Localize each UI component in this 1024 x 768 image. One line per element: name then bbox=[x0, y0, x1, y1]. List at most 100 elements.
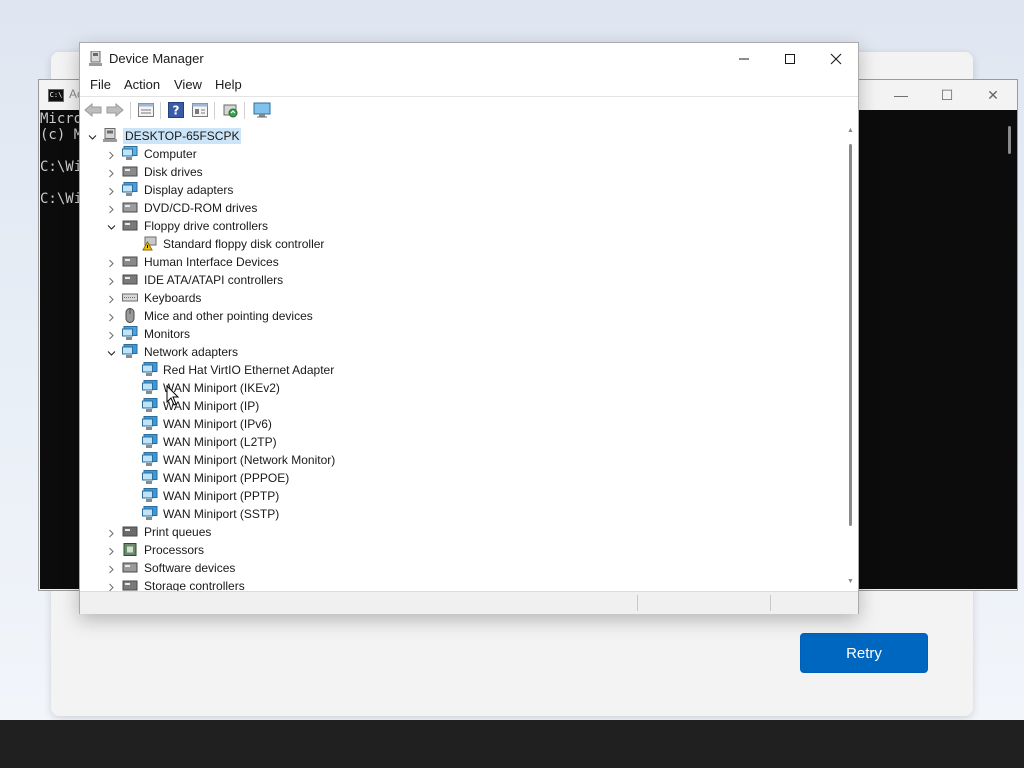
chevron-down-icon[interactable] bbox=[107, 347, 116, 356]
menu-action[interactable]: Action bbox=[124, 77, 160, 92]
network-adapter-icon bbox=[142, 362, 158, 377]
tree-category[interactable]: IDE ATA/ATAPI controllers bbox=[80, 271, 840, 289]
network-adapter-icon bbox=[142, 470, 158, 485]
network-adapter-icon bbox=[142, 380, 158, 395]
tree-category[interactable]: Disk drives bbox=[80, 163, 840, 181]
chevron-right-icon[interactable] bbox=[107, 293, 116, 304]
tree-category[interactable]: Print queues bbox=[80, 523, 840, 541]
tree-device[interactable]: Standard floppy disk controller bbox=[80, 235, 840, 253]
console-line: Micro bbox=[40, 111, 83, 127]
disk-drive-icon bbox=[122, 164, 138, 179]
status-separator bbox=[770, 595, 771, 611]
update-driver-icon[interactable] bbox=[220, 101, 240, 119]
console-icon: C:\ bbox=[48, 89, 64, 102]
status-separator bbox=[637, 595, 638, 611]
minimize-icon[interactable]: — bbox=[886, 84, 916, 106]
tree-category[interactable]: Floppy drive controllers bbox=[80, 217, 840, 235]
forward-arrow-icon[interactable] bbox=[105, 101, 125, 119]
device-manager-window: Device Manager File Action View Help ? D… bbox=[79, 42, 859, 614]
tree-category[interactable]: Human Interface Devices bbox=[80, 253, 840, 271]
tree-device[interactable]: WAN Miniport (PPTP) bbox=[80, 487, 840, 505]
tree-device[interactable]: WAN Miniport (IP) bbox=[80, 397, 840, 415]
retry-button[interactable]: Retry bbox=[800, 633, 928, 673]
tree-item-label: Standard floppy disk controller bbox=[163, 237, 325, 251]
tree-category[interactable]: Mice and other pointing devices bbox=[80, 307, 840, 325]
scroll-down-icon[interactable]: ▼ bbox=[846, 578, 855, 585]
tree-item-label: WAN Miniport (Network Monitor) bbox=[163, 453, 336, 467]
ide-controller-icon bbox=[122, 272, 138, 287]
chevron-right-icon[interactable] bbox=[107, 185, 116, 196]
menu-help[interactable]: Help bbox=[215, 77, 242, 92]
tree-root[interactable]: DESKTOP-65FSCPK bbox=[80, 127, 840, 145]
tree-device[interactable]: WAN Miniport (Network Monitor) bbox=[80, 451, 840, 469]
tree-item-label: WAN Miniport (IPv6) bbox=[163, 417, 272, 431]
network-adapter-icon bbox=[142, 506, 158, 521]
chevron-right-icon[interactable] bbox=[107, 203, 116, 214]
close-icon[interactable]: ✕ bbox=[978, 84, 1008, 106]
hid-icon bbox=[122, 254, 138, 269]
tree-category[interactable]: Storage controllers bbox=[80, 577, 840, 591]
tree-category[interactable]: Network adapters bbox=[80, 343, 840, 361]
tree-device[interactable]: WAN Miniport (IKEv2) bbox=[80, 379, 840, 397]
chevron-down-icon[interactable] bbox=[88, 131, 97, 140]
chevron-right-icon[interactable] bbox=[107, 527, 116, 538]
tree-device[interactable]: WAN Miniport (PPPOE) bbox=[80, 469, 840, 487]
chevron-right-icon[interactable] bbox=[107, 563, 116, 574]
chevron-right-icon[interactable] bbox=[107, 257, 116, 268]
tree-item-label: Storage controllers bbox=[144, 579, 245, 591]
console-scrollbar-thumb[interactable] bbox=[1008, 126, 1011, 154]
tree-scrollbar[interactable]: ▲ ▼ bbox=[843, 124, 858, 591]
tree-item-label: WAN Miniport (PPTP) bbox=[163, 489, 280, 503]
device-tree[interactable]: DESKTOP-65FSCPK Computer Disk drives Displa… bbox=[80, 124, 858, 591]
scrollbar-thumb[interactable] bbox=[849, 144, 852, 526]
tree-item-label: Mice and other pointing devices bbox=[144, 309, 313, 323]
tree-category[interactable]: Computer bbox=[80, 145, 840, 163]
console-scrollbar[interactable] bbox=[1002, 110, 1017, 589]
tree-item-label: Display adapters bbox=[144, 183, 234, 197]
chevron-down-icon[interactable] bbox=[107, 221, 116, 230]
help-icon[interactable]: ? bbox=[166, 101, 186, 119]
minimize-icon[interactable] bbox=[721, 43, 767, 74]
tree-category[interactable]: Keyboards bbox=[80, 289, 840, 307]
console-line: (c) M bbox=[40, 127, 83, 143]
scan-hardware-icon[interactable] bbox=[252, 101, 272, 119]
menu-file[interactable]: File bbox=[90, 77, 111, 92]
scroll-up-icon[interactable]: ▲ bbox=[846, 127, 855, 134]
maximize-icon[interactable] bbox=[767, 43, 813, 74]
keyboard-icon bbox=[122, 290, 138, 305]
tree-device[interactable]: WAN Miniport (SSTP) bbox=[80, 505, 840, 523]
tree-item-label: Floppy drive controllers bbox=[144, 219, 269, 233]
chevron-right-icon[interactable] bbox=[107, 275, 116, 286]
toolbar-separator bbox=[244, 102, 245, 119]
tree-device[interactable]: WAN Miniport (IPv6) bbox=[80, 415, 840, 433]
tree-category[interactable]: Display adapters bbox=[80, 181, 840, 199]
tree-category[interactable]: Monitors bbox=[80, 325, 840, 343]
close-icon[interactable] bbox=[813, 43, 859, 74]
tree-category[interactable]: Software devices bbox=[80, 559, 840, 577]
tree-item-label: WAN Miniport (IKEv2) bbox=[163, 381, 280, 395]
network-adapter-icon bbox=[142, 434, 158, 449]
tree-item-label: Monitors bbox=[144, 327, 191, 341]
chevron-right-icon[interactable] bbox=[107, 581, 116, 591]
maximize-icon[interactable]: ☐ bbox=[932, 84, 962, 106]
tree-device[interactable]: Red Hat VirtIO Ethernet Adapter bbox=[80, 361, 840, 379]
chevron-right-icon[interactable] bbox=[107, 545, 116, 556]
view-icon[interactable] bbox=[190, 101, 210, 119]
software-device-icon bbox=[122, 560, 138, 575]
chevron-right-icon[interactable] bbox=[107, 311, 116, 322]
tree-category[interactable]: DVD/CD-ROM drives bbox=[80, 199, 840, 217]
back-arrow-icon[interactable] bbox=[83, 101, 103, 119]
computer-root-icon bbox=[102, 128, 118, 143]
menu-view[interactable]: View bbox=[174, 77, 202, 92]
properties-icon[interactable] bbox=[136, 101, 156, 119]
monitor-icon bbox=[122, 326, 138, 341]
device-manager-titlebar[interactable]: Device Manager bbox=[80, 43, 858, 74]
tree-item-label: Print queues bbox=[144, 525, 212, 539]
tree-category[interactable]: Processors bbox=[80, 541, 840, 559]
chevron-right-icon[interactable] bbox=[107, 329, 116, 340]
tree-item-label: Disk drives bbox=[144, 165, 203, 179]
chevron-right-icon[interactable] bbox=[107, 149, 116, 160]
tree-device[interactable]: WAN Miniport (L2TP) bbox=[80, 433, 840, 451]
chevron-right-icon[interactable] bbox=[107, 167, 116, 178]
tree-item-label: IDE ATA/ATAPI controllers bbox=[144, 273, 284, 287]
